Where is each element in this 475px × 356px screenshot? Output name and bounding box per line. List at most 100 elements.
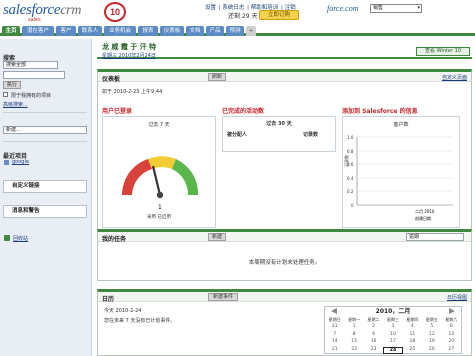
calendar-day[interactable]: 5 [422,324,441,329]
weekday-label: 星期四 [406,317,419,322]
advanced-search-link[interactable]: 高级搜索... [3,101,28,108]
whats-new-button[interactable]: 查看 Winter 10 [416,47,470,56]
calendar-day[interactable]: 10 [383,332,402,337]
weekday-label: 星期六 [445,317,458,322]
component-title-added: 添加到 Salesforce 的信息 [342,108,418,115]
gauge-value-label: 1 [158,204,162,211]
calendar-day[interactable]: 17 [383,339,402,344]
calendar-day[interactable]: 21 [325,347,344,354]
calendar-day[interactable]: 18 [403,339,422,344]
component-title-logins: 用户已登录 [102,108,133,115]
page-date[interactable]: 星期三 2010年2月24日 [102,52,156,59]
tab-dashboards[interactable]: 仪表板 [160,26,184,36]
calendar-view-link[interactable]: 日历视图 [447,294,467,301]
calendar-day[interactable]: 15 [344,339,363,344]
calendar-day[interactable]: 11 [403,332,422,337]
tab-bar: 主页 潜在客户 客户 联系人 业务机会 报表 仪表板 文档 产品 预测 + [0,25,475,36]
chart-gridlines [357,136,453,192]
create-new-select[interactable]: 新建... [3,126,87,134]
calendar-day[interactable]: 23 [364,347,383,354]
chart-y-ticks: 1.0 0.8 0.6 0.4 0.2 0 [347,135,354,208]
weekday-label: 星期一 [348,317,361,322]
gauge-component[interactable]: 过去 7 天 1 采用 已启用 [102,116,216,228]
activities-subtitle: 过去 30 天 [266,121,292,127]
calendar-day[interactable]: 8 [344,332,363,337]
calendar-day[interactable]: 12 [422,332,441,337]
calendar-panel-header: 日历 新建事件 日历视图 [98,292,471,303]
calendar-day[interactable]: 6 [442,324,461,329]
link-setup[interactable]: 设置 [205,5,216,11]
tasks-panel: 我的任务 新建 逾期 本周期没有计划未处理任务。 [97,229,472,281]
limit-label: 限于我拥有的项目 [11,93,52,99]
calendar-day[interactable]: 24 [383,346,403,354]
calendar-day[interactable]: 20 [442,339,461,344]
tab-home[interactable]: 主页 [2,26,20,36]
added-component[interactable]: 客户数 1.0 0.8 0.6 0.4 0.2 0 二月 2010 创建日期 记… [342,116,460,228]
messages-alerts-box[interactable]: 消息和警告 [3,205,87,218]
tab-accounts[interactable]: 客户 [56,26,76,36]
calendar-day[interactable]: 25 [403,347,422,354]
calendar-day[interactable]: 7 [325,332,344,337]
y-tick: 0.4 [347,176,354,181]
tab-contacts[interactable]: 联系人 [78,26,102,36]
search-button[interactable]: 执行 [3,81,21,89]
activities-component[interactable]: 过去 30 天 被分配人 记录数 [222,116,336,152]
header: salesforcecrm 10 sales 设置 | 系统日志 | 帮助和培训… [0,0,475,24]
sidebar-divider [3,141,87,142]
app-selector[interactable]: 销售 [370,4,422,13]
calendar-day[interactable]: 2 [364,324,383,329]
weekday-label: 星期五 [425,317,438,322]
weekday-label: 星期日 [328,317,341,322]
tab-forecasts[interactable]: 预测 [226,26,244,36]
limit-checkbox[interactable] [3,92,8,97]
calendar-day[interactable]: 31 [325,324,344,329]
tab-products[interactable]: 产品 [206,26,224,36]
custom-links-box[interactable]: 自定义链接 [3,180,87,193]
calendar-day[interactable]: 1 [344,324,363,329]
y-tick: 0 [351,203,354,208]
force-com-logo: force.com [327,4,359,13]
tab-documents[interactable]: 文档 [186,26,204,36]
refresh-button[interactable]: 刷新 [208,73,226,81]
order-now-button[interactable]: 立即订购 [259,10,299,20]
calendar-day[interactable]: 14 [325,339,344,344]
account-icon [4,160,9,165]
calendar-day[interactable]: 9 [364,332,383,337]
logo-text: salesforce [3,2,61,18]
calendar-weekday-row: 星期日 星期一 星期二 星期三 星期四 星期五 星期六 [325,317,461,323]
calendar-day[interactable]: 22 [344,347,363,354]
new-event-button[interactable]: 新建事件 [208,293,238,301]
calendar-day[interactable]: 4 [403,324,422,329]
search-scope-select[interactable]: 搜索全部 [3,61,58,69]
new-task-button[interactable]: 新建 [208,233,226,241]
tab-opportunities[interactable]: 业务机会 [104,26,136,36]
y-tick: 1.0 [347,135,354,140]
dashboard-panel-header: 仪表板 刷新 自定义页面 [98,72,471,83]
calendar-day[interactable]: 13 [442,332,461,337]
customize-page-link[interactable]: 自定义页面 [442,74,467,81]
calendar-month: 2010，二月 [375,308,411,315]
calendar-day[interactable]: 19 [422,339,441,344]
calendar-day[interactable]: 27 [442,347,461,354]
calendar-day[interactable]: 26 [422,347,441,354]
task-filter-select[interactable]: 逾期 [406,233,464,241]
y-tick: 0.2 [347,189,354,194]
weekday-label: 星期三 [386,317,399,322]
recent-item-google[interactable]: google [12,159,29,165]
sidebar: 搜索 搜索全部 执行 限于我拥有的项目 高级搜索... 新建... 最近项目 g… [0,39,92,356]
tab-add-plus[interactable]: + [246,26,256,36]
component-title-activities: 已完成的活动数 [222,108,265,115]
recycle-bin-link[interactable]: 回收站 [13,235,28,242]
search-input[interactable] [3,71,65,79]
tab-reports[interactable]: 报表 [138,26,158,36]
calendar-day[interactable]: 3 [383,324,402,329]
tasks-panel-header: 我的任务 新建 逾期 [98,232,471,243]
logo-edition: sales [28,17,41,23]
calendar-day[interactable]: 16 [364,339,383,344]
weekday-label: 星期二 [367,317,380,322]
dashboard-panel: 仪表板 刷新 自定义页面 如于 2010-2-23 上午9:44 用户已登录 过… [97,69,472,232]
calendar-week-row: 31 1 2 3 4 5 6 [325,324,461,329]
tab-leads[interactable]: 潜在客户 [22,26,54,36]
salesforce-logo[interactable]: salesforcecrm [3,2,81,19]
y-tick: 0.8 [347,149,354,154]
